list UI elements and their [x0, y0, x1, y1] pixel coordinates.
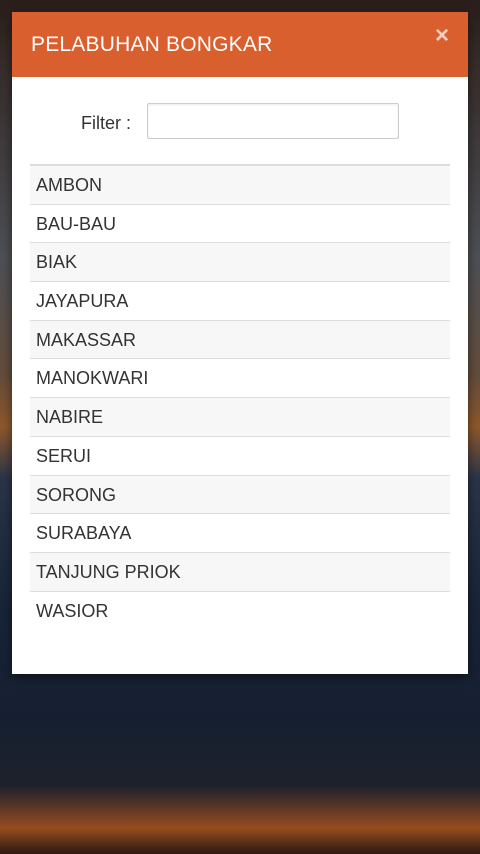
port-item-sorong[interactable]: SORONG: [30, 475, 450, 515]
filter-input[interactable]: [147, 103, 399, 139]
filter-label: Filter :: [81, 113, 132, 133]
port-item-surabaya[interactable]: SURABAYA: [30, 514, 450, 553]
port-item-serui[interactable]: SERUI: [30, 436, 450, 476]
port-item-manokwari[interactable]: MANOKWARI: [30, 359, 450, 399]
port-item-jayapura[interactable]: JAYAPURA: [30, 282, 450, 321]
port-item-biak[interactable]: BIAK: [30, 243, 450, 283]
filter-row: Filter :: [12, 103, 468, 141]
port-item-ambon[interactable]: AMBON: [30, 166, 450, 205]
port-item-wasior[interactable]: WASIOR: [30, 591, 450, 631]
dialog-header: PELABUHAN BONGKAR ×: [12, 12, 468, 77]
dialog-title: PELABUHAN BONGKAR: [31, 33, 273, 56]
port-list: AMBON BAU-BAU BIAK JAYAPURA MAKASSAR MAN…: [30, 164, 450, 631]
port-select-dialog: PELABUHAN BONGKAR × Filter : AMBON BAU-B…: [12, 12, 468, 674]
close-icon[interactable]: ×: [432, 24, 452, 48]
port-item-nabire[interactable]: NABIRE: [30, 398, 450, 437]
port-item-makassar[interactable]: MAKASSAR: [30, 320, 450, 360]
port-item-bau-bau[interactable]: BAU-BAU: [30, 204, 450, 244]
port-item-tanjung-priok[interactable]: TANJUNG PRIOK: [30, 552, 450, 592]
